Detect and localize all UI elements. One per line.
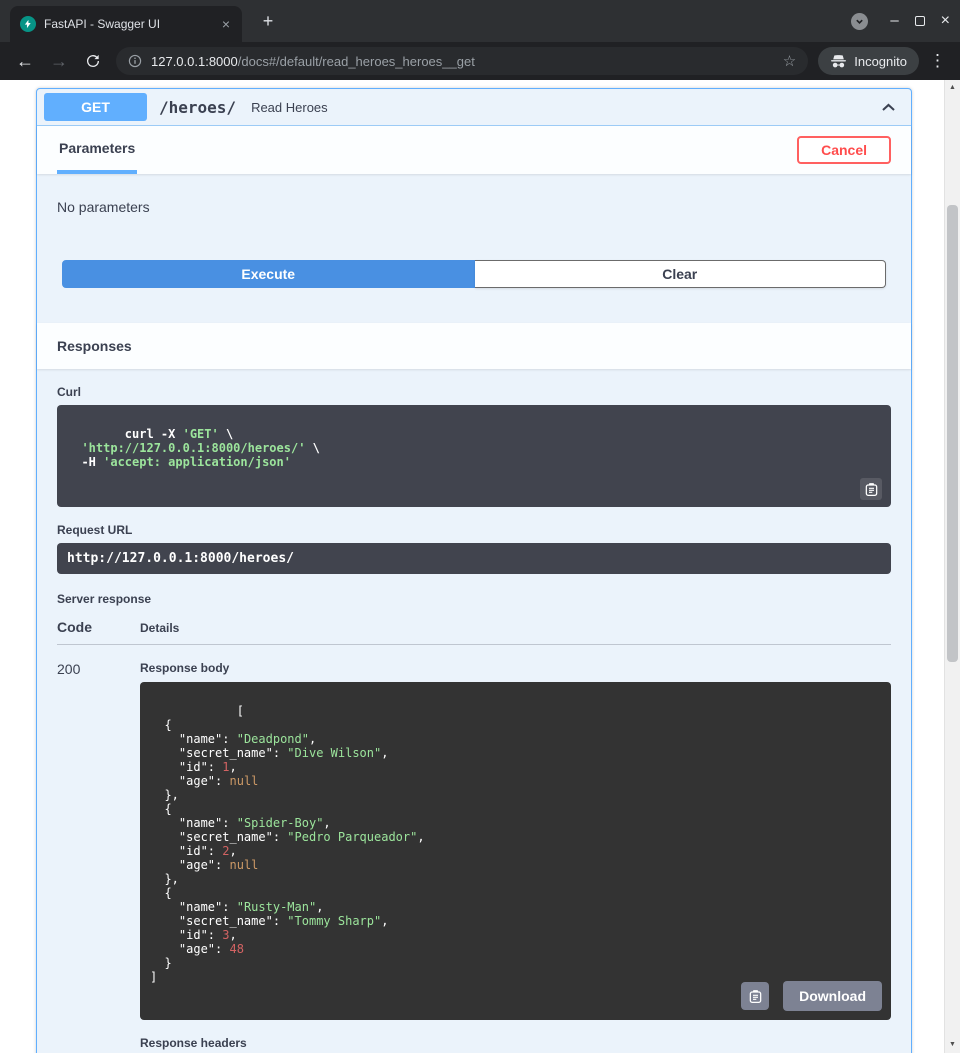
opblock-summary[interactable]: GET /heroes/ Read Heroes — [37, 89, 911, 126]
incognito-label: Incognito — [854, 54, 907, 69]
browser-tab[interactable]: FastAPI - Swagger UI × — [10, 6, 242, 42]
responses-title: Responses — [57, 338, 132, 354]
responses-inner: Curl curl -X 'GET' \ 'http://127.0.0.1:8… — [37, 369, 911, 1053]
copy-curl-button[interactable] — [860, 478, 882, 500]
parameters-body: No parameters — [37, 174, 911, 260]
minimize-button[interactable]: – — [890, 9, 898, 33]
collapse-chevron-icon[interactable] — [876, 95, 901, 120]
bookmark-star-icon[interactable]: ☆ — [783, 52, 796, 70]
site-info-icon[interactable] — [128, 54, 142, 68]
curl-label: Curl — [57, 385, 891, 399]
scrollbar-thumb[interactable] — [947, 205, 958, 662]
fastapi-favicon-icon — [20, 16, 36, 32]
endpoint-summary: Read Heroes — [251, 100, 328, 115]
opblock-get-heroes: GET /heroes/ Read Heroes Parameters Canc… — [36, 88, 912, 1053]
reload-button[interactable] — [85, 53, 101, 69]
curl-block: curl -X 'GET' \ 'http://127.0.0.1:8000/h… — [57, 405, 891, 507]
response-row-200: 200 Response body [ { "name": "Deadpond"… — [57, 645, 891, 1053]
new-tab-button[interactable]: + — [256, 10, 280, 34]
response-body-code: [ { "name": "Deadpond", "secret_name": "… — [150, 704, 425, 984]
clear-button[interactable]: Clear — [475, 260, 887, 288]
swagger-page: GET /heroes/ Read Heroes Parameters Canc… — [0, 80, 944, 1053]
forward-button[interactable]: → — [50, 52, 68, 70]
maximize-button[interactable] — [915, 16, 925, 26]
no-parameters-text: No parameters — [57, 199, 150, 215]
response-table-header: Code Details — [57, 619, 891, 645]
execute-wrapper: Execute Clear — [37, 260, 911, 323]
code-column-header: Code — [57, 619, 140, 635]
responses-section-header: Responses — [37, 323, 911, 369]
url-path: /docs#/default/read_heroes_heroes__get — [238, 54, 475, 69]
window-close-button[interactable]: × — [941, 9, 950, 33]
page-scrollbar[interactable]: ▲ ▼ — [944, 80, 960, 1053]
incognito-badge: Incognito — [818, 47, 919, 75]
scroll-up-icon[interactable]: ▲ — [945, 80, 960, 96]
status-code: 200 — [57, 659, 140, 1053]
tab-close-icon[interactable]: × — [220, 16, 232, 32]
back-button[interactable]: ← — [16, 52, 34, 70]
server-response-label: Server response — [57, 592, 891, 606]
request-url-label: Request URL — [57, 523, 891, 537]
copy-response-button[interactable] — [741, 982, 769, 1010]
url-text: 127.0.0.1:8000/docs#/default/read_heroes… — [151, 54, 775, 69]
cancel-button[interactable]: Cancel — [797, 136, 891, 164]
response-headers-label: Response headers — [140, 1036, 891, 1050]
response-body-block: [ { "name": "Deadpond", "secret_name": "… — [140, 682, 891, 1020]
tab-search-icon[interactable] — [851, 13, 868, 30]
http-method-badge: GET — [44, 93, 147, 121]
endpoint-path: /heroes/ — [159, 98, 236, 117]
curl-command-code: curl -X 'GET' \ 'http://127.0.0.1:8000/h… — [67, 427, 320, 469]
incognito-icon — [830, 54, 847, 69]
details-column-header: Details — [140, 621, 179, 635]
address-bar[interactable]: 127.0.0.1:8000/docs#/default/read_heroes… — [116, 47, 808, 75]
browser-toolbar: ← → 127.0.0.1:8000/docs#/default/read_he… — [0, 42, 960, 80]
response-body-label: Response body — [140, 661, 891, 675]
download-button[interactable]: Download — [783, 981, 882, 1011]
tab-title: FastAPI - Swagger UI — [44, 17, 220, 31]
parameters-section-header: Parameters Cancel — [37, 126, 911, 174]
scroll-down-icon[interactable]: ▼ — [945, 1037, 960, 1053]
execute-button[interactable]: Execute — [62, 260, 475, 288]
browser-titlebar: FastAPI - Swagger UI × + – × — [0, 0, 960, 42]
url-host: 127.0.0.1:8000 — [151, 54, 238, 69]
tab-parameters: Parameters — [57, 126, 137, 174]
browser-menu-icon[interactable]: ⋮ — [929, 51, 946, 71]
request-url-value: http://127.0.0.1:8000/heroes/ — [57, 543, 891, 574]
